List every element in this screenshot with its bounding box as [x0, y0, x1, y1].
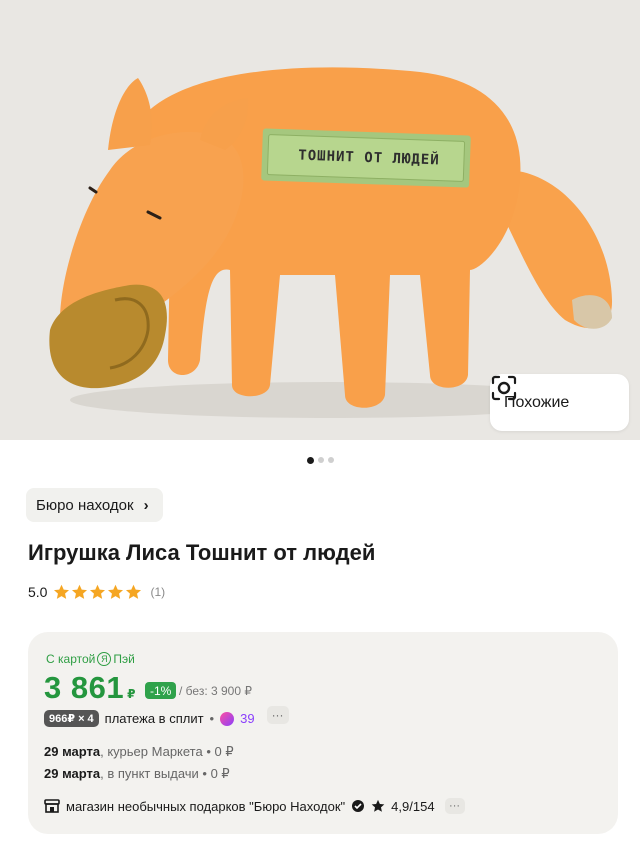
- ya-pay-icon: Я: [97, 652, 112, 666]
- split-payment-row[interactable]: 966₽ × 4 платежа в сплит • 39 ···: [44, 705, 289, 727]
- delivery-price: 0 ₽: [214, 744, 234, 759]
- old-price: / без: 3 900 ₽: [179, 684, 252, 698]
- gallery-dot[interactable]: [327, 457, 334, 463]
- shop-rating: 4,9/154: [391, 798, 435, 814]
- delivery-date: 29 марта: [44, 744, 101, 759]
- delivery-price: 0 ₽: [210, 766, 230, 781]
- delivery-date: 29 марта: [44, 766, 101, 781]
- shop-more-button[interactable]: ···: [444, 798, 465, 814]
- product-photo[interactable]: ТОШНИТ ОТ ЛЮДЕЙ Похожие: [0, 0, 640, 440]
- discount-badge: -1%: [145, 682, 177, 699]
- star-icon: [108, 584, 124, 599]
- star-icon: [54, 584, 70, 599]
- shop-icon: [44, 799, 60, 813]
- product-title: Игрушка Лиса Тошнит от людей: [28, 540, 376, 565]
- gallery-dot[interactable]: [317, 457, 324, 463]
- product-rating[interactable]: 5.0 (1): [28, 584, 165, 600]
- delivery-method: , в пункт выдачи: [100, 766, 199, 781]
- brand-name: Бюро находок: [36, 496, 134, 514]
- delivery-pickup: 29 марта, в пункт выдачи • 0 ₽: [44, 766, 230, 781]
- split-text: платежа в сплит: [104, 711, 204, 726]
- price: 3 861: [44, 670, 125, 705]
- plus-points-icon: [220, 711, 235, 726]
- more-options-button[interactable]: ···: [266, 705, 289, 724]
- offer-card: С картой Я Пэй 3 861 ₽ -1% / без: 3 900 …: [28, 632, 618, 834]
- pay-method-label: С картой Я Пэй: [46, 652, 135, 666]
- shop-name: магазин необычных подарков "Бюро Находок…: [66, 798, 346, 814]
- chevron-right-icon: ›: [143, 496, 149, 514]
- shop-row[interactable]: магазин необычных подарков "Бюро Находок…: [44, 798, 465, 814]
- delivery-courier: 29 марта, курьер Маркета • 0 ₽: [44, 744, 234, 759]
- separator-dot: •: [209, 711, 215, 726]
- gallery-pagination: [0, 456, 640, 464]
- split-badge: 966₽ × 4: [44, 710, 99, 727]
- star-icon: [371, 799, 385, 812]
- verified-icon: [352, 800, 365, 812]
- brand-link[interactable]: Бюро находок ›: [26, 488, 163, 522]
- star-icon: [90, 584, 106, 599]
- star-icon: [126, 584, 142, 599]
- pay-label-text: С картой: [46, 652, 96, 666]
- gallery-dot-active[interactable]: [306, 456, 314, 464]
- rating-value: 5.0: [28, 584, 48, 600]
- camera-search-icon: [491, 375, 517, 401]
- pay-label-text: Пэй: [113, 652, 135, 666]
- rating-stars: [53, 584, 142, 600]
- star-icon: [72, 584, 88, 599]
- price-row: 3 861 ₽: [44, 670, 135, 706]
- delivery-method: , курьер Маркета: [100, 744, 203, 759]
- similar-button[interactable]: Похожие: [490, 374, 629, 431]
- price-currency: ₽: [127, 687, 136, 701]
- plus-points: 39: [240, 711, 255, 726]
- review-count: (1): [150, 585, 166, 599]
